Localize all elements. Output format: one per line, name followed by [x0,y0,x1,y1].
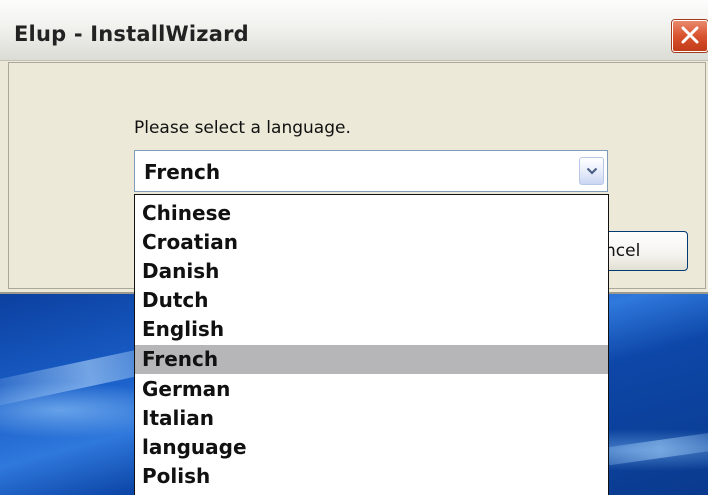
language-select-value: French [144,160,221,184]
language-option-highlighted[interactable]: French [135,345,608,374]
close-icon [681,26,699,44]
language-dropdown-list: Chinese Croatian Danish Dutch English Fr… [134,194,609,495]
language-option[interactable]: Italian [135,404,608,433]
window-title: Elup - InstallWizard [14,22,249,46]
language-option[interactable]: Chinese [135,199,608,228]
dropdown-toggle-button[interactable] [579,157,604,185]
language-option[interactable]: German [135,375,608,404]
language-option[interactable]: Danish [135,257,608,286]
title-bar[interactable]: Elup - InstallWizard [0,0,708,61]
chevron-down-icon [586,167,598,175]
cancel-button-label: ncel [605,241,641,261]
language-option[interactable]: Croatian [135,228,608,257]
close-button[interactable] [672,20,708,52]
language-option[interactable]: Dutch [135,286,608,315]
language-option[interactable]: language [135,433,608,462]
language-prompt: Please select a language. [134,118,351,138]
language-option[interactable]: Polish [135,462,608,491]
language-option[interactable]: English [135,315,608,344]
language-select[interactable]: French [134,150,608,192]
